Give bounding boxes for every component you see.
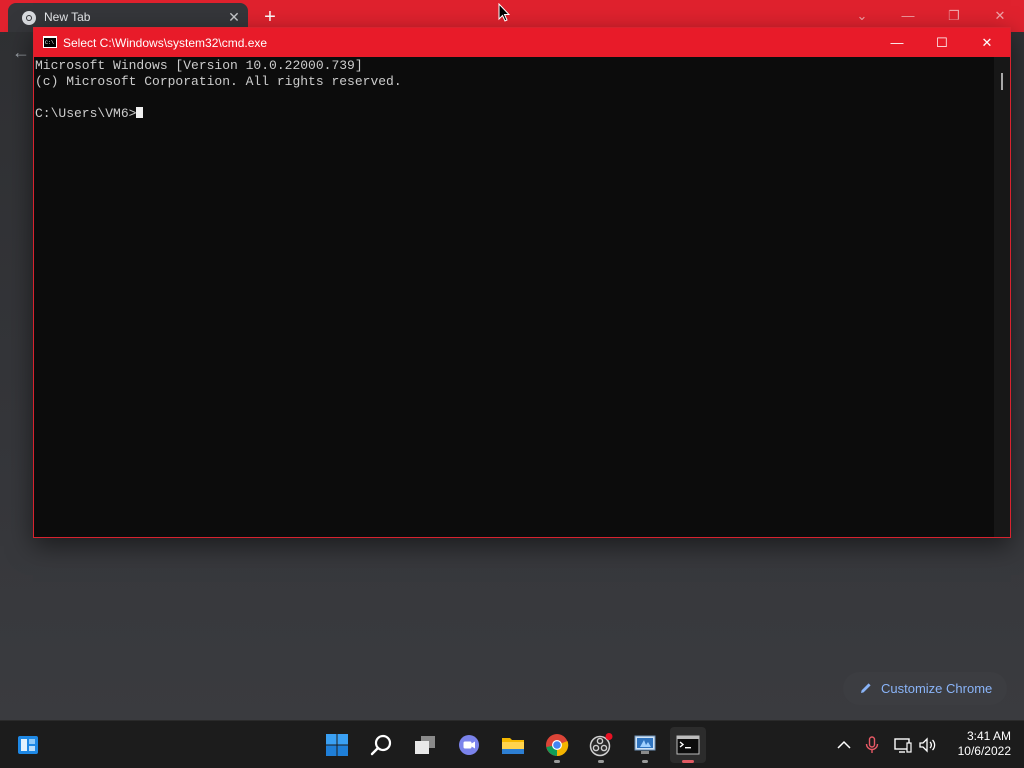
terminal-icon [676,735,700,755]
tab-close-icon[interactable]: ✕ [226,9,242,25]
running-indicator [554,760,560,763]
chrome-restore-button[interactable]: ❐ [944,6,964,26]
cmd-app-icon: C:\ [43,36,57,48]
cmd-console[interactable]: Microsoft Windows [Version 10.0.22000.73… [34,57,994,537]
console-line: Microsoft Windows [Version 10.0.22000.73… [35,58,363,73]
cmd-title: Select C:\Windows\system32\cmd.exe [63,36,268,50]
volume-icon[interactable] [918,735,938,755]
file-explorer-button[interactable] [495,727,531,763]
clock-time: 3:41 AM [966,729,1011,743]
running-indicator [642,760,648,763]
mouse-cursor-icon [498,3,510,22]
task-view-icon [415,736,435,754]
file-explorer-icon [502,738,524,754]
cmd-taskbar-button[interactable] [670,727,706,763]
start-icon [326,734,348,756]
chrome-icon [22,11,36,25]
console-prompt-line: C:\Users\VM6> [35,106,144,121]
search-icon [370,734,392,756]
pencil-icon [861,683,871,693]
text-cursor [136,107,144,118]
chevron-up-icon[interactable] [834,735,854,755]
cmd-close-button[interactable]: ✕ [964,28,1010,57]
chrome-tab-search-icon[interactable]: ⌄ [852,6,872,26]
chat-button[interactable] [451,727,487,763]
customize-chrome-label: Customize Chrome [881,681,993,696]
new-tab-button[interactable]: + [259,6,281,28]
remote-desktop-icon [634,735,656,754]
microphone-icon[interactable] [862,735,882,755]
chrome-minimize-button[interactable]: — [898,6,918,26]
scrollbar-thumb[interactable] [1001,73,1003,90]
obs-icon [589,733,613,757]
chrome-taskbar-button[interactable] [539,727,575,763]
console-prompt: C:\Users\VM6> [35,106,137,121]
network-icon[interactable] [893,735,913,755]
clock[interactable]: 3:41 AM 10/6/2022 [945,729,1011,759]
customize-chrome-button[interactable]: Customize Chrome [843,672,1007,705]
cmd-window: C:\ Select C:\Windows\system32\cmd.exe —… [33,27,1011,538]
chrome-close-button[interactable]: ✕ [990,6,1010,26]
teams-chat-icon [459,735,479,755]
clock-date: 10/6/2022 [957,744,1011,758]
cmd-maximize-button[interactable]: ☐ [919,28,965,57]
remote-desktop-taskbar-button[interactable] [627,727,663,763]
cmd-scrollbar[interactable] [994,57,1010,537]
widgets-icon [18,736,38,754]
running-indicator [598,760,604,763]
taskbar [0,720,1024,768]
svg-text:C:\: C:\ [45,40,54,46]
back-arrow-icon[interactable]: ← [12,42,32,62]
search-button[interactable] [363,727,399,763]
console-line: (c) Microsoft Corporation. All rights re… [35,74,402,89]
start-button[interactable] [319,727,355,763]
active-indicator [682,760,694,763]
cmd-minimize-button[interactable]: — [874,28,920,57]
cmd-titlebar[interactable]: C:\ Select C:\Windows\system32\cmd.exe —… [34,28,1010,57]
tab-title: New Tab [44,10,91,24]
widgets-button[interactable] [10,727,46,763]
task-view-button[interactable] [407,727,443,763]
chrome-icon [546,734,569,757]
obs-taskbar-button[interactable] [583,727,619,763]
